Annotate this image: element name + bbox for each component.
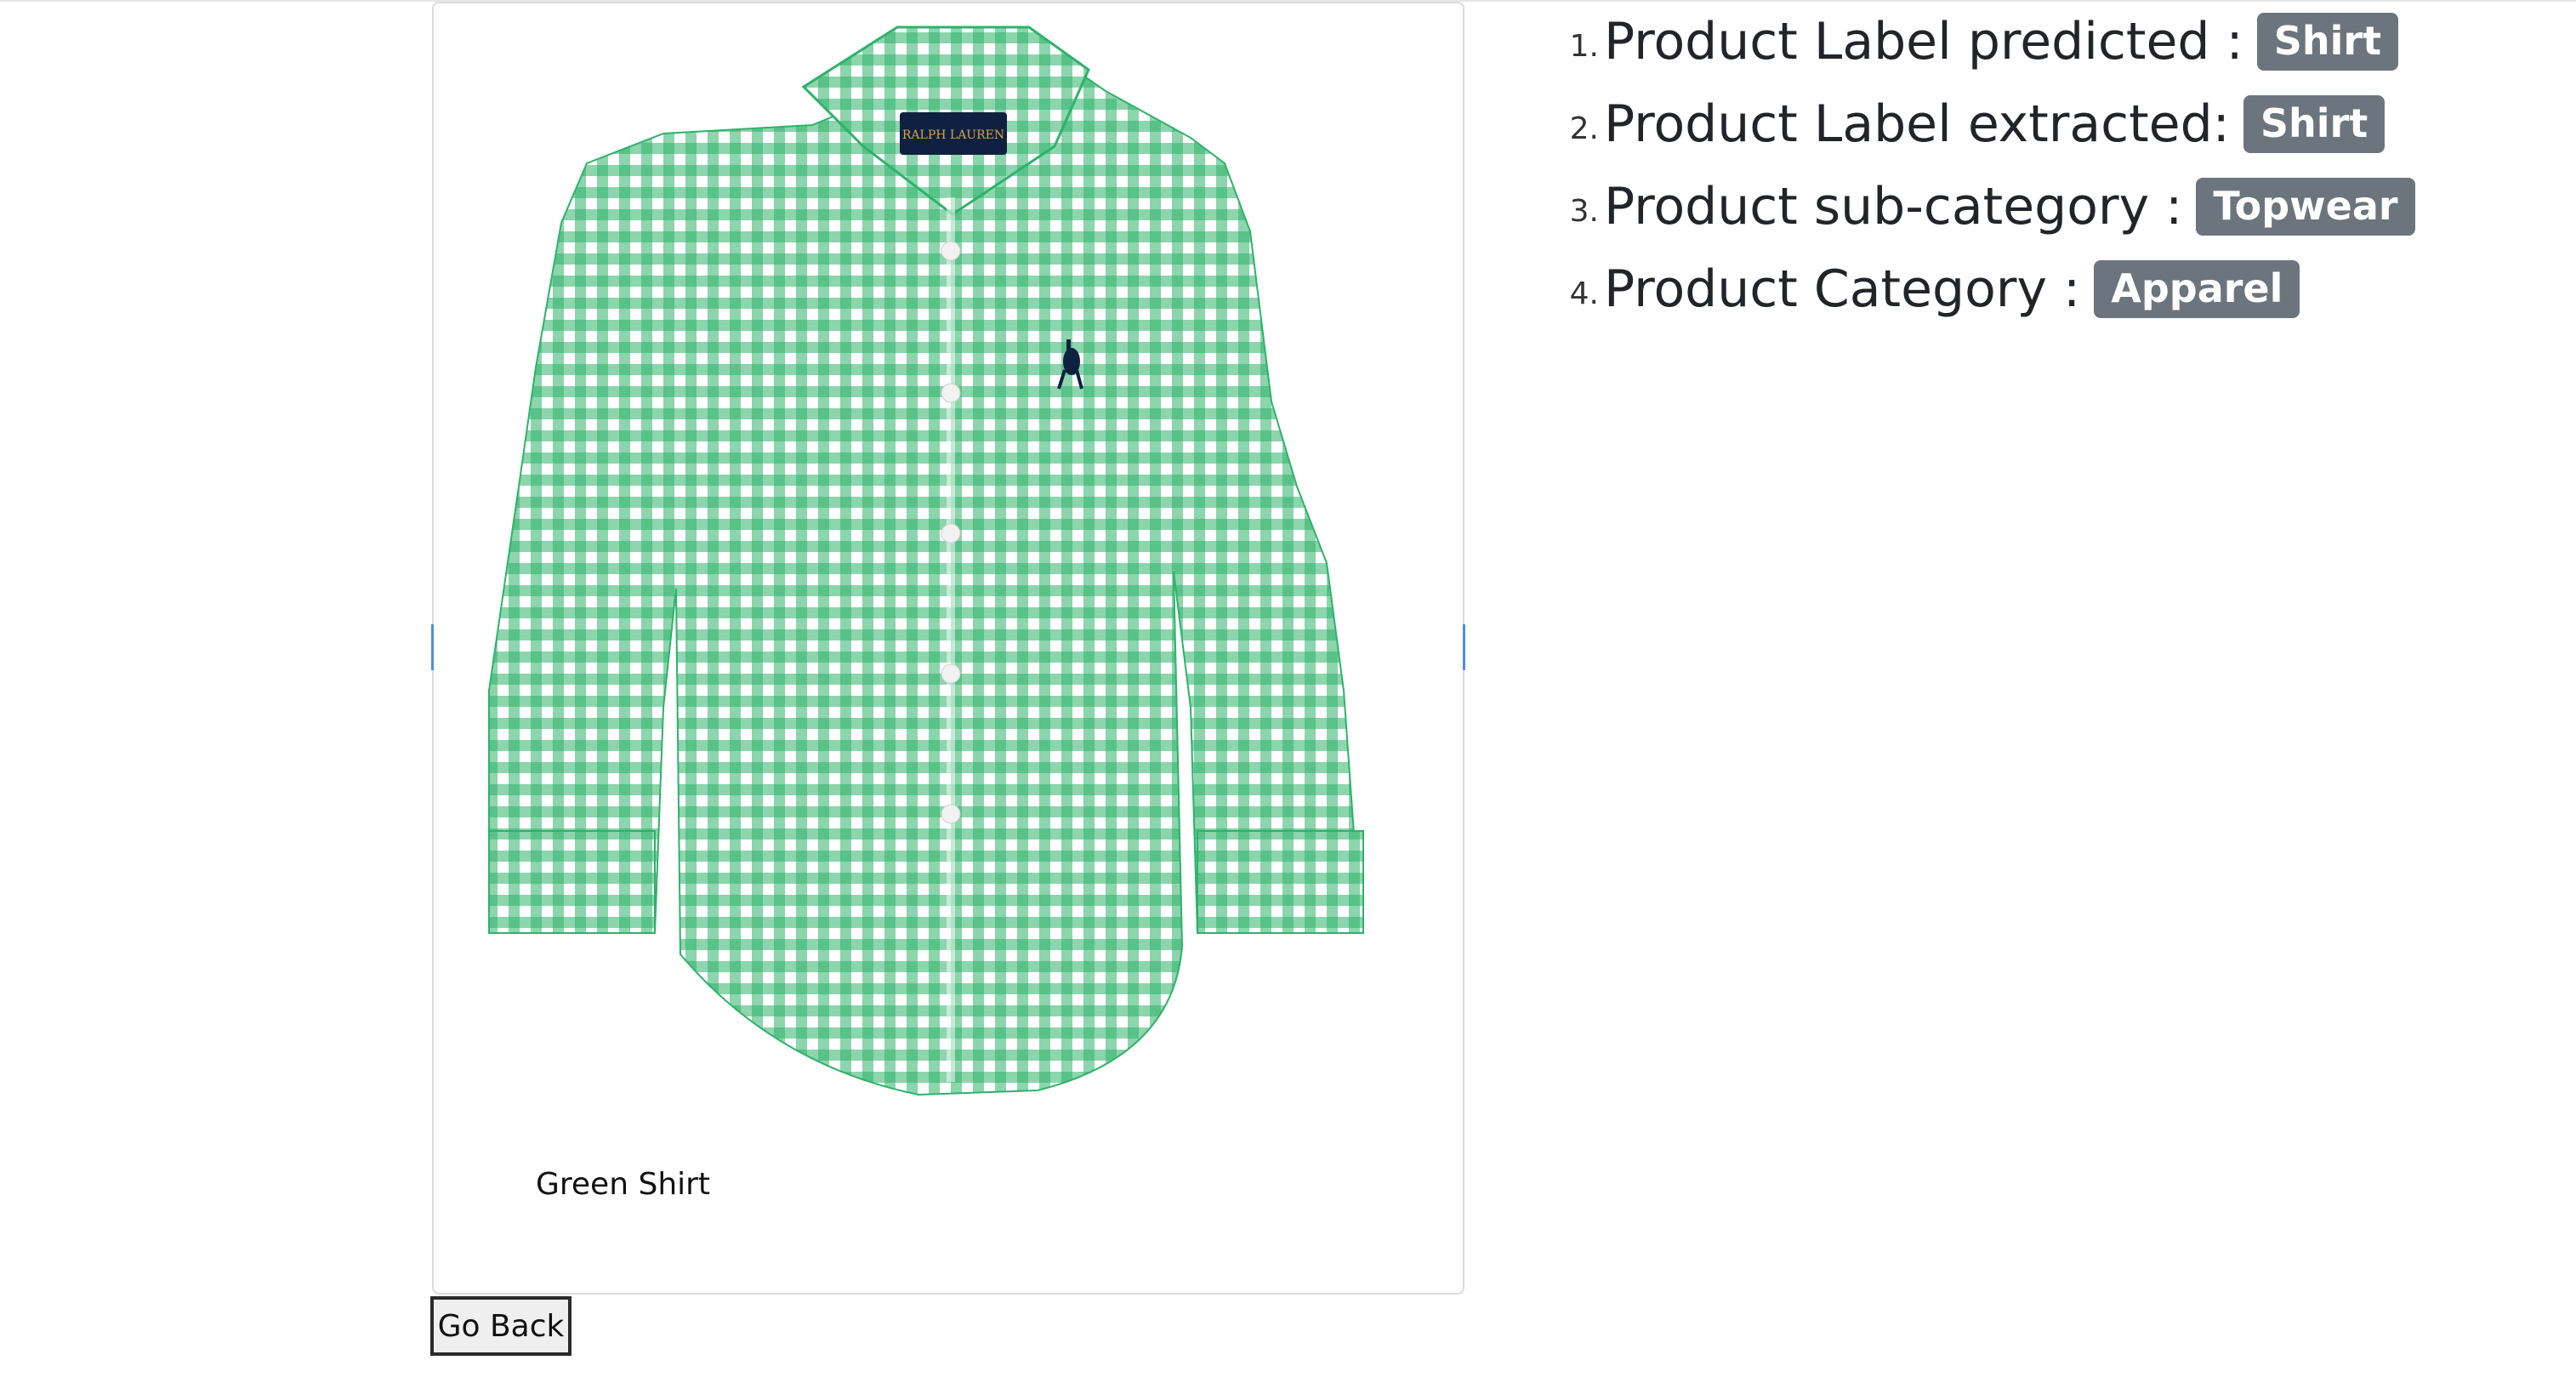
button-icon [941, 383, 961, 403]
info-label: Product Category : [1604, 259, 2081, 319]
info-label: Product Label extracted: [1604, 94, 2230, 154]
button-icon [941, 804, 961, 824]
status-badge: Apparel [2094, 259, 2300, 318]
product-info-list: 1. Product Label predicted : Shirt 2. Pr… [1565, 0, 2415, 330]
product-card: RALPH LAUREN Green Shirt [431, 2, 1465, 1295]
svg-text:RALPH LAUREN: RALPH LAUREN [902, 128, 1004, 142]
list-item-label-predicted: 1. Product Label predicted : Shirt [1565, 0, 2415, 83]
status-badge: Topwear [2196, 177, 2415, 236]
info-label: Product Label predicted : [1604, 11, 2243, 71]
product-caption: Green Shirt [536, 1167, 711, 1202]
status-badge: Shirt [2243, 94, 2386, 153]
button-icon [941, 663, 961, 684]
button-icon [941, 241, 961, 261]
button-icon [941, 523, 961, 544]
list-item-sub-category: 3. Product sub-category : Topwear [1565, 165, 2415, 248]
list-item-label-extracted: 2. Product Label extracted: Shirt [1565, 83, 2415, 165]
go-back-button[interactable]: Go Back [430, 1296, 571, 1356]
carousel-next-indicator[interactable] [1463, 624, 1465, 670]
status-badge: Shirt [2256, 12, 2399, 71]
carousel-prev-indicator[interactable] [431, 624, 434, 670]
list-number: 2. [1569, 111, 1599, 146]
list-item-category: 4. Product Category : Apparel [1565, 248, 2415, 330]
list-number: 4. [1569, 276, 1599, 311]
product-image: RALPH LAUREN [488, 26, 1364, 1096]
info-label: Product sub-category : [1604, 176, 2183, 236]
list-number: 1. [1569, 29, 1599, 64]
list-number: 3. [1569, 194, 1599, 229]
